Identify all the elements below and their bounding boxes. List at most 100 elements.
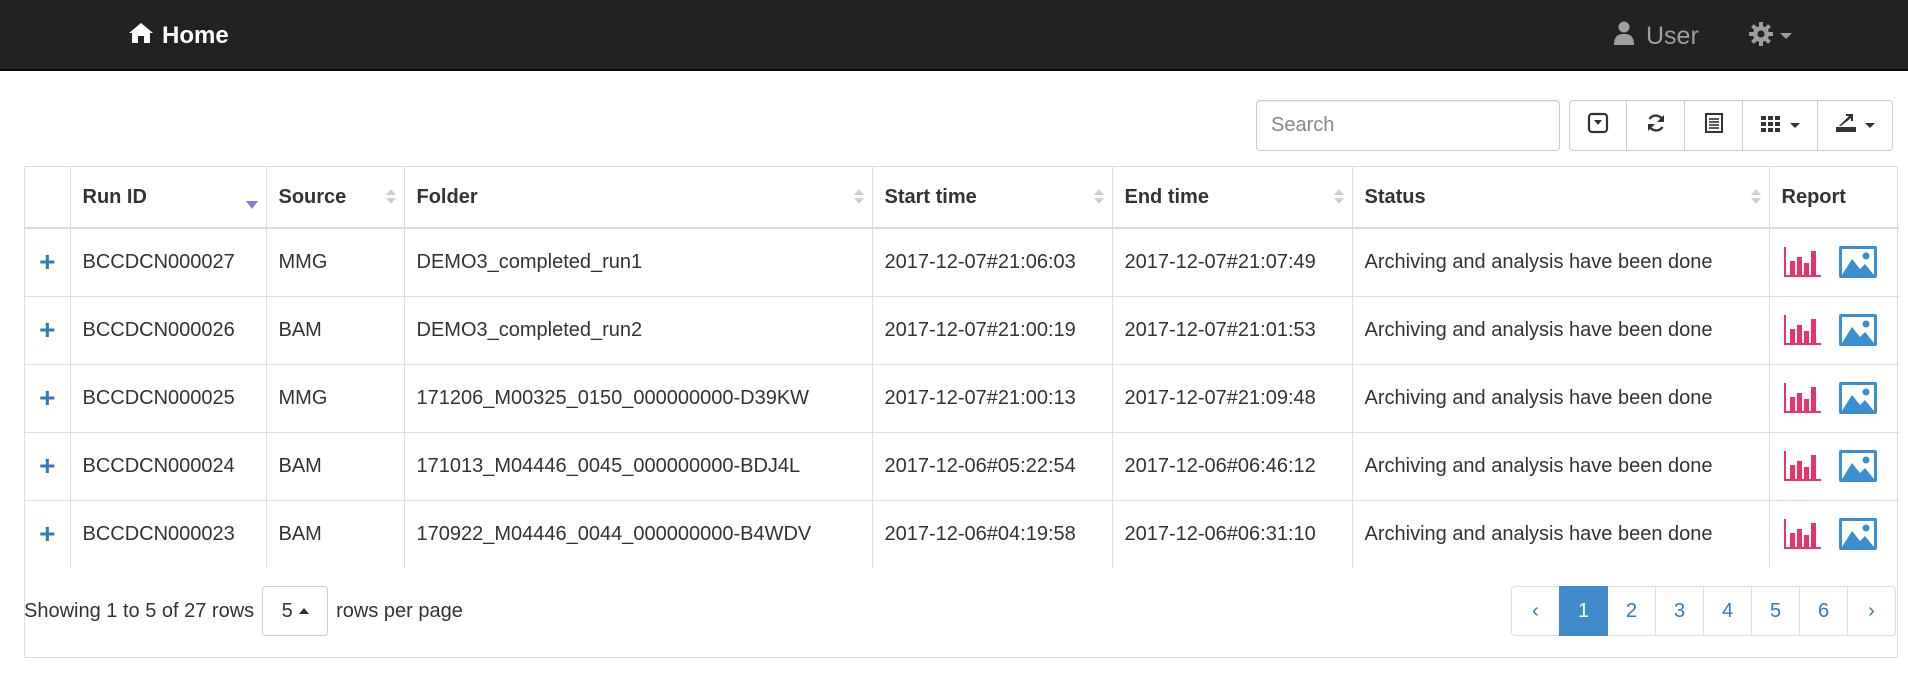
plus-icon: +: [39, 449, 56, 481]
page-size-dropdown[interactable]: 5: [262, 586, 329, 636]
table-toolbar: [1569, 100, 1893, 151]
pagination-prev[interactable]: ‹: [1511, 586, 1560, 636]
source-cell: MMG: [265, 363, 404, 432]
column-header-end-time[interactable]: End time: [1111, 167, 1352, 229]
pagination-page-5[interactable]: 5: [1751, 586, 1800, 636]
toggle-view-button[interactable]: [1684, 100, 1743, 151]
source-cell: BAM: [265, 499, 404, 568]
bar-chart-icon[interactable]: [1782, 517, 1822, 551]
column-header-status[interactable]: Status: [1351, 167, 1769, 229]
home-label: Home: [162, 22, 229, 49]
image-icon[interactable]: [1838, 313, 1878, 347]
chevron-down-icon: [1780, 33, 1792, 39]
sort-desc-icon: [245, 201, 258, 209]
end-time-cell: 2017-12-07#21:01:53: [1111, 295, 1352, 364]
sort-icon: [385, 189, 396, 209]
start-time-cell: 2017-12-06#04:19:58: [871, 499, 1112, 568]
folder-cell: DEMO3_completed_run1: [403, 228, 872, 296]
refresh-button[interactable]: [1626, 100, 1685, 151]
columns-dropdown-button[interactable]: [1742, 100, 1818, 151]
image-icon[interactable]: [1838, 381, 1878, 415]
expand-column-header: [25, 167, 70, 229]
plus-icon: +: [39, 517, 56, 549]
home-link[interactable]: Home: [128, 17, 229, 55]
plus-icon: +: [39, 313, 56, 345]
column-header-source[interactable]: Source: [265, 167, 404, 229]
sort-icon: [1093, 189, 1104, 209]
export-dropdown-button[interactable]: [1817, 100, 1893, 151]
columns-grid-icon: [1760, 112, 1782, 139]
bar-chart-icon[interactable]: [1782, 245, 1822, 279]
search-input[interactable]: [1256, 100, 1560, 151]
image-icon[interactable]: [1838, 449, 1878, 483]
image-icon[interactable]: [1838, 517, 1878, 551]
start-time-cell: 2017-12-06#05:22:54: [871, 431, 1112, 500]
column-header-folder[interactable]: Folder: [403, 167, 872, 229]
status-cell: Archiving and analysis have been done: [1351, 499, 1769, 568]
run-id-cell: BCCDCN000026: [69, 295, 266, 364]
source-cell: MMG: [265, 228, 404, 296]
folder-cell: 171206_M00325_0150_000000000-D39KW: [403, 363, 872, 432]
column-header-report: Report: [1768, 167, 1899, 229]
page-size-value: 5: [281, 599, 293, 622]
pagination-next[interactable]: ›: [1847, 586, 1896, 636]
plus-icon: +: [39, 245, 56, 277]
pagination: ‹ 1 2 3 4 5 6 ›: [1511, 586, 1896, 636]
chevron-down-icon: [1865, 123, 1875, 128]
expand-row-button[interactable]: +: [25, 363, 70, 432]
start-time-cell: 2017-12-07#21:00:13: [871, 363, 1112, 432]
settings-dropdown[interactable]: [1748, 17, 1792, 55]
plus-icon: +: [39, 381, 56, 413]
column-header-run-id[interactable]: Run ID: [69, 167, 266, 229]
rows-summary: Showing 1 to 5 of 27 rows: [24, 599, 255, 622]
expand-row-button[interactable]: +: [25, 228, 70, 296]
bar-chart-icon[interactable]: [1782, 381, 1822, 415]
chevron-down-icon: [1790, 123, 1800, 128]
pagination-page-4[interactable]: 4: [1703, 586, 1752, 636]
bar-chart-icon[interactable]: [1782, 449, 1822, 483]
rows-per-page-label: rows per page: [336, 599, 463, 622]
run-id-cell: BCCDCN000027: [69, 228, 266, 296]
column-header-label: Run ID: [82, 185, 147, 208]
report-cell: [1768, 228, 1899, 296]
user-menu[interactable]: User: [1614, 17, 1699, 55]
top-navbar: Home User: [0, 0, 1908, 71]
pagination-page-3[interactable]: 3: [1655, 586, 1704, 636]
refresh-icon: [1645, 112, 1667, 139]
run-id-cell: BCCDCN000024: [69, 431, 266, 500]
toggle-pagination-button[interactable]: [1569, 100, 1627, 151]
bar-chart-icon[interactable]: [1782, 313, 1822, 347]
status-cell: Archiving and analysis have been done: [1351, 228, 1769, 296]
status-cell: Archiving and analysis have been done: [1351, 363, 1769, 432]
pagination-page-2[interactable]: 2: [1607, 586, 1656, 636]
status-cell: Archiving and analysis have been done: [1351, 431, 1769, 500]
column-header-label: Source: [278, 185, 347, 208]
column-header-start-time[interactable]: Start time: [871, 167, 1112, 229]
sort-icon: [1333, 189, 1344, 209]
end-time-cell: 2017-12-07#21:07:49: [1111, 228, 1352, 296]
column-header-label: Start time: [884, 185, 977, 208]
folder-cell: DEMO3_completed_run2: [403, 295, 872, 364]
expand-row-button[interactable]: +: [25, 295, 70, 364]
column-header-label: End time: [1124, 185, 1209, 208]
status-cell: Archiving and analysis have been done: [1351, 295, 1769, 364]
run-id-cell: BCCDCN000023: [69, 499, 266, 568]
end-time-cell: 2017-12-06#06:31:10: [1111, 499, 1352, 568]
home-icon: [128, 22, 154, 51]
pagination-page-6[interactable]: 6: [1799, 586, 1848, 636]
table-header-row: Run ID Source Folder Start time End time…: [25, 167, 1899, 229]
table-footer: Showing 1 to 5 of 27 rows 5 rows per pag…: [24, 586, 463, 636]
image-icon[interactable]: [1838, 245, 1878, 279]
sort-icon: [853, 189, 864, 209]
report-cell: [1768, 295, 1899, 364]
user-label: User: [1646, 21, 1699, 50]
user-icon: [1614, 21, 1634, 52]
table-row: + BCCDCN000027 MMG DEMO3_completed_run1 …: [25, 228, 1899, 296]
expand-row-button[interactable]: +: [25, 499, 70, 568]
expand-row-button[interactable]: +: [25, 431, 70, 500]
start-time-cell: 2017-12-07#21:00:19: [871, 295, 1112, 364]
pagination-page-1[interactable]: 1: [1559, 586, 1608, 636]
column-header-label: Report: [1781, 185, 1846, 208]
export-icon: [1835, 112, 1857, 139]
list-view-icon: [1703, 112, 1725, 139]
